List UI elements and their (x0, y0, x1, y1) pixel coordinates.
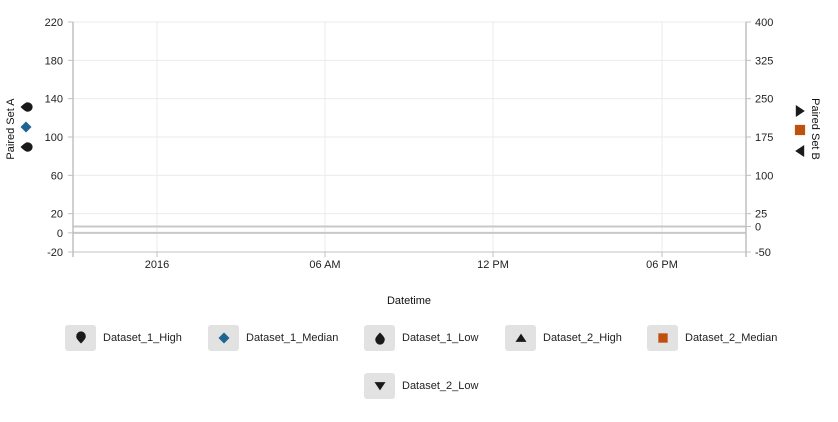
axis-marker-dataset-1-median (20, 121, 32, 133)
legend-marker (374, 382, 385, 391)
x-tick-label: 06 PM (646, 259, 678, 271)
axes (72, 22, 747, 257)
right-y-tick-labels: 400 325 250 175 100 250 -50 (746, 17, 773, 259)
legend-marker (75, 331, 86, 344)
legend-marker-shape (374, 382, 385, 391)
axis-marker-dataset-1-high (20, 102, 33, 112)
right-tick-label: 400 (755, 17, 773, 29)
right-tick-label: 325 (755, 55, 773, 67)
legend-marker-shape (218, 332, 229, 344)
x-tick-label: 06 AM (309, 259, 340, 271)
left-tick-label: 0 (57, 228, 63, 240)
legend-item-dataset-2-low[interactable]: Dataset_2_Low (364, 373, 478, 399)
right-tick-label: 0 (755, 221, 761, 233)
axis-marker-dataset-1-low (20, 142, 33, 152)
left-tick-label: 100 (45, 132, 63, 144)
legend-marker (218, 332, 229, 344)
legend-item-dataset-1-low[interactable]: Dataset_1_Low (364, 325, 478, 351)
legend-marker-shape (515, 333, 526, 342)
legend-item-dataset-1-median[interactable]: Dataset_1_Median (208, 325, 338, 351)
left-y-tick-labels: 220 180 140 100 60 20 0 -20 (45, 17, 73, 259)
right-y-axis-title: Paired Set B (809, 98, 821, 160)
x-tick-label: 12 PM (477, 259, 509, 271)
right-tick-label: -50 (755, 247, 771, 259)
left-tick-label: 60 (51, 170, 63, 182)
legend-marker (657, 333, 668, 343)
left-tick-label: -20 (47, 247, 63, 259)
right-axis-legend-icons (794, 105, 806, 157)
legend-label: Dataset_1_High (103, 332, 182, 344)
axis-marker-dataset-2-median (794, 124, 806, 136)
left-tick-label: 20 (51, 209, 63, 221)
axis-marker-dataset-2-high (795, 105, 805, 117)
x-axis-title: Datetime (387, 295, 431, 307)
right-tick-label: 175 (755, 132, 773, 144)
x-tick-labels: 2016 06 AM 12 PM 06 PM (145, 252, 678, 271)
legend-marker-shape (657, 333, 668, 343)
left-y-axis-title: Paired Set A (5, 98, 17, 160)
legend-marker-shape (374, 332, 385, 345)
legend-marker-shape (75, 331, 86, 344)
triangle-up-icon (505, 325, 536, 351)
left-axis-legend-icons (20, 102, 33, 152)
left-tick-label: 140 (45, 94, 63, 106)
legend-label: Dataset_2_High (543, 332, 622, 344)
legend-label: Dataset_2_Median (685, 332, 778, 344)
legend-item-dataset-1-high[interactable]: Dataset_1_High (65, 325, 182, 351)
right-tick-label: 25 (755, 209, 767, 221)
square-icon (647, 325, 678, 351)
pin-up-icon (364, 325, 395, 351)
legend-label: Dataset_1_Low (402, 332, 479, 344)
left-tick-label: 220 (45, 17, 63, 29)
diamond-icon (208, 325, 239, 351)
right-tick-label: 250 (755, 94, 773, 106)
x-tick-label: 2016 (145, 259, 169, 271)
left-tick-label: 180 (45, 55, 63, 67)
pin-down-icon (65, 325, 96, 351)
grid (73, 21, 746, 253)
legend-item-dataset-2-high[interactable]: Dataset_2_High (505, 325, 622, 351)
legend-item-dataset-2-median[interactable]: Dataset_2_Median (647, 325, 777, 351)
legend-label: Dataset_1_Median (246, 332, 339, 344)
right-tick-label: 100 (755, 170, 773, 182)
axis-marker-dataset-2-low (795, 145, 805, 157)
legend-label: Dataset_2_Low (402, 380, 479, 392)
legend-marker (515, 333, 526, 342)
chart: 22018014010060200-20 400325250175100250-… (5, 17, 821, 307)
legend-marker (374, 332, 385, 345)
triangle-down-icon (364, 373, 395, 399)
